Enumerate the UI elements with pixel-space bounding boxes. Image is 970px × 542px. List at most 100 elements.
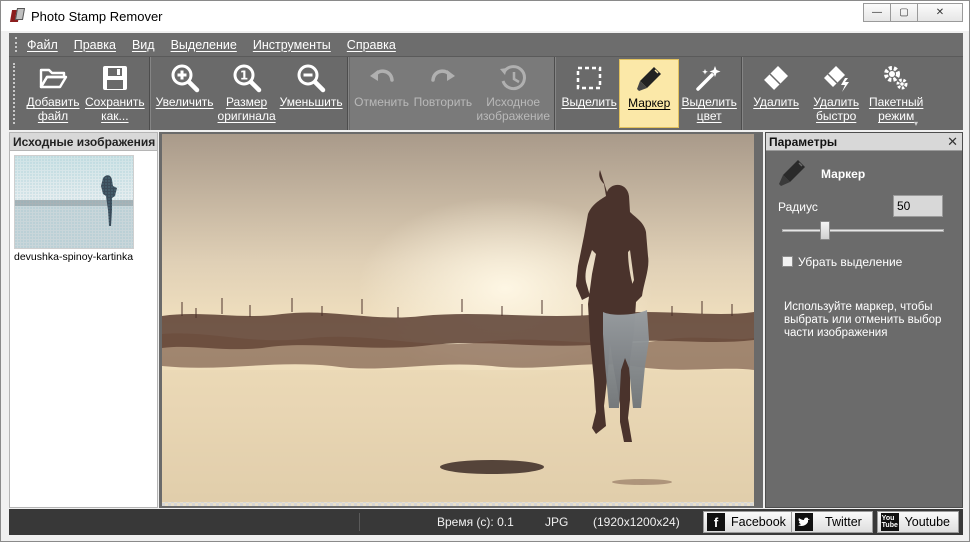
radius-label: Радиус (778, 200, 818, 214)
undo-button[interactable]: Отменить (352, 59, 412, 128)
select-button[interactable]: Выделить (559, 59, 619, 128)
toolbar-group-selection: Выделить Маркер Выделить цвет (557, 57, 743, 130)
zoom-in-icon (169, 63, 201, 93)
app-logo-icon (9, 8, 26, 24)
toolbar-grip[interactable] (13, 63, 17, 124)
window-title: Photo Stamp Remover (31, 8, 163, 24)
facebook-button[interactable]: f Facebook (703, 511, 795, 533)
save-as-label: Сохранить как... (85, 95, 145, 123)
select-color-button[interactable]: Выделить цвет (679, 59, 739, 128)
status-separator (359, 513, 360, 531)
thumbnail-filename: devushka-spinoy-kartinka (14, 251, 134, 263)
save-as-button[interactable]: Сохранить как... (83, 59, 147, 128)
processing-time: Время (с): 0.1 (437, 515, 514, 529)
original-image-button[interactable]: Исходное изображение (474, 59, 552, 128)
add-file-label: Добавить файл (26, 95, 80, 123)
toolbar-group-history: Отменить Повторить Исходное изображение (349, 57, 556, 130)
redo-icon (427, 63, 459, 93)
add-file-button[interactable]: Добавить файл (23, 59, 83, 128)
menu-help[interactable]: Справка (347, 38, 396, 52)
maximize-button[interactable]: ▢ (890, 3, 918, 22)
remove-fast-button[interactable]: Удалить быстро (806, 59, 866, 128)
facebook-icon: f (707, 513, 725, 531)
minimize-button[interactable]: — (863, 3, 891, 22)
marker-button[interactable]: Маркер (619, 59, 680, 128)
remove-fast-label: Удалить быстро (813, 95, 860, 123)
toolbar-group-remove: Удалить Удалить быстро Пакетный режим (744, 57, 928, 130)
parameters-close-icon[interactable]: ✕ (947, 133, 958, 151)
menu-file[interactable]: Файл (27, 38, 58, 52)
gears-icon (880, 63, 912, 93)
source-images-header: Исходные изображения (10, 133, 157, 151)
source-images-panel: Исходные изображения devushka-spinoy-kar… (9, 132, 158, 508)
remove-selection-label: Убрать выделение (798, 255, 903, 269)
folder-open-icon (37, 63, 69, 93)
select-label: Выделить (561, 95, 617, 109)
floppy-disk-icon (99, 63, 131, 93)
image-format: JPG (545, 515, 569, 529)
redo-label: Повторить (413, 95, 473, 109)
radius-input[interactable]: 50 (893, 195, 943, 217)
zoom-original-icon: 1 (231, 63, 263, 93)
svg-text:1: 1 (239, 69, 247, 83)
window-controls: — ▢ ✕ (863, 3, 963, 22)
parameters-title: Параметры (769, 135, 838, 149)
title-bar: Photo Stamp Remover — ▢ ✕ (1, 1, 969, 31)
rectangle-select-icon (573, 63, 605, 93)
select-color-label: Выделить цвет (681, 95, 737, 123)
menubar-grip[interactable] (15, 37, 19, 52)
remove-button[interactable]: Удалить (746, 59, 806, 128)
image-canvas[interactable] (162, 134, 754, 506)
remove-label: Удалить (753, 95, 800, 109)
zoom-in-label: Увеличить (155, 95, 214, 109)
zoom-out-label: Уменьшить (279, 95, 343, 109)
toolbar: Добавить файл Сохранить как... Увеличить… (9, 56, 963, 130)
radius-slider-thumb[interactable] (820, 221, 830, 240)
twitter-icon (795, 513, 813, 531)
undo-icon (366, 63, 398, 93)
twitter-label: Twitter (825, 515, 862, 529)
menu-tools[interactable]: Инструменты (253, 38, 331, 52)
original-size-button[interactable]: 1 Размер оригинала (216, 59, 278, 128)
eraser-icon (760, 63, 792, 93)
history-clock-icon (497, 63, 529, 93)
menu-edit[interactable]: Правка (74, 38, 116, 52)
redo-button[interactable]: Повторить (412, 59, 475, 128)
undo-label: Отменить (354, 95, 410, 109)
parameters-panel: Параметры ✕ Маркер Радиус 50 Убрать выде… (765, 132, 963, 508)
batch-mode-button[interactable]: Пакетный режим (866, 59, 926, 128)
photo-image (162, 134, 754, 502)
close-button[interactable]: ✕ (917, 3, 963, 22)
app-window: Photo Stamp Remover — ▢ ✕ Файл Правка Ви… (0, 0, 970, 542)
youtube-button[interactable]: You Tube Youtube (877, 511, 959, 533)
original-image-label: Исходное изображение (476, 95, 550, 123)
toolbar-overflow-icon[interactable]: ▾ (911, 120, 921, 128)
menu-selection[interactable]: Выделение (171, 38, 237, 52)
zoom-in-button[interactable]: Увеличить (154, 59, 216, 128)
remove-selection-checkbox[interactable] (782, 256, 793, 267)
image-viewport[interactable] (159, 132, 763, 508)
parameters-header: Параметры ✕ (766, 133, 962, 151)
zoom-out-icon (295, 63, 327, 93)
magic-wand-icon (693, 63, 725, 93)
marker-pen-icon (633, 64, 665, 94)
marker-tool-icon (776, 157, 808, 189)
youtube-label: Youtube (904, 515, 950, 529)
menu-bar: Файл Правка Вид Выделение Инструменты Сп… (9, 33, 963, 56)
tool-name: Маркер (821, 167, 866, 181)
eraser-lightning-icon (820, 63, 852, 93)
toolbar-group-file: Добавить файл Сохранить как... (21, 57, 150, 130)
marker-label: Маркер (628, 96, 671, 110)
status-bar: Время (с): 0.1 JPG (1920x1200x24) f Face… (9, 509, 963, 535)
twitter-button[interactable]: Twitter (791, 511, 873, 533)
toolbar-group-zoom: Увеличить 1 Размер оригинала Уменьшить (152, 57, 348, 130)
image-thumbnail[interactable] (14, 155, 134, 249)
zoom-out-button[interactable]: Уменьшить (278, 59, 345, 128)
original-size-label: Размер оригинала (217, 95, 276, 123)
menu-view[interactable]: Вид (132, 38, 155, 52)
marker-hint-text: Используйте маркер, чтобы выбрать или от… (784, 301, 942, 339)
image-resolution: (1920x1200x24) (593, 515, 680, 529)
youtube-icon: You Tube (881, 513, 899, 531)
radius-slider-track[interactable] (782, 229, 944, 232)
facebook-label: Facebook (731, 515, 786, 529)
